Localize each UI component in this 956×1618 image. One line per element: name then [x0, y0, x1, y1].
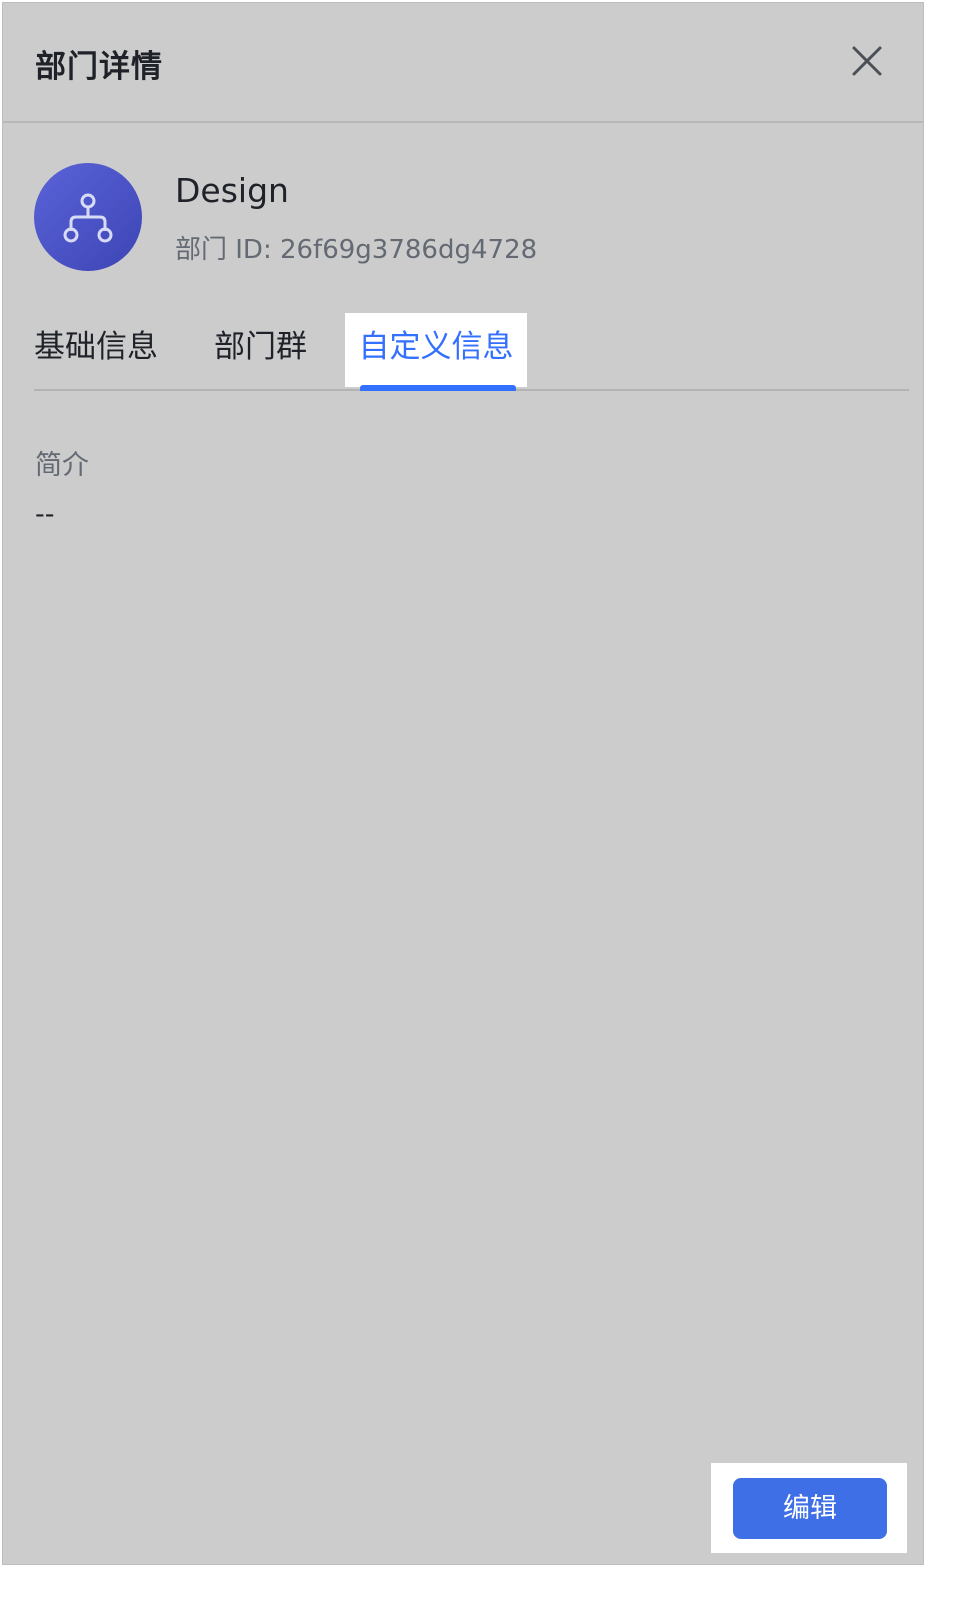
department-name: Design	[175, 171, 289, 210]
tab-basic-info[interactable]: 基础信息	[34, 313, 158, 387]
intro-label: 简介	[35, 450, 89, 481]
tab-custom-info[interactable]: 自定义信息	[345, 313, 527, 387]
close-button[interactable]	[845, 39, 889, 83]
panel-header: 部门详情	[3, 3, 923, 123]
close-icon	[852, 46, 882, 76]
department-avatar	[34, 163, 142, 271]
org-tree-icon	[63, 193, 113, 243]
tab-department-groups[interactable]: 部门群	[214, 313, 307, 387]
intro-value: --	[35, 499, 55, 530]
edit-button[interactable]: 编辑	[733, 1478, 887, 1539]
active-tab-indicator	[360, 385, 516, 391]
panel-title: 部门详情	[35, 49, 163, 85]
detail-tabs: 基础信息 部门群 自定义信息	[34, 313, 909, 391]
department-id: 部门 ID: 26f69g3786dg4728	[175, 235, 538, 265]
department-detail-panel: 部门详情 Design 部门 ID: 26f69g3786dg4728 基础信息…	[2, 2, 924, 1565]
